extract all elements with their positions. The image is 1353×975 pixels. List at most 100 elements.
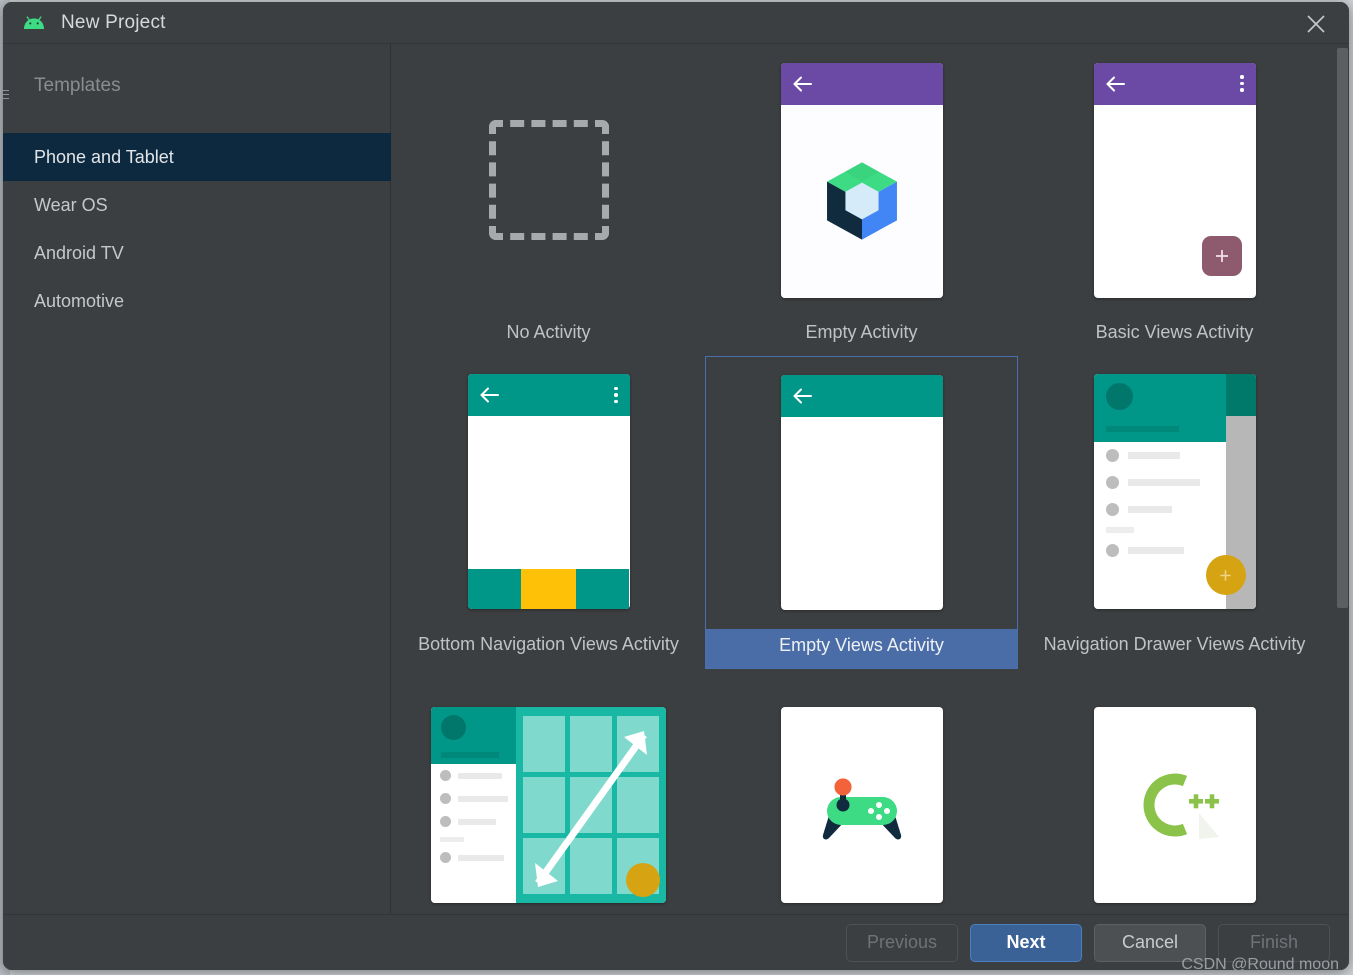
drawer-panel (431, 707, 516, 904)
next-button[interactable]: Next (970, 923, 1082, 962)
list-item (431, 846, 516, 869)
phone-mock (467, 374, 630, 610)
template-art (1018, 44, 1331, 316)
template-card-bottom-navigation-views-activity[interactable]: Bottom Navigation Views Activity (392, 356, 705, 670)
phone-mock (780, 62, 943, 298)
back-arrow-icon (793, 76, 813, 92)
template-row (392, 669, 1332, 914)
list-item (431, 810, 516, 833)
list-item (1094, 469, 1226, 496)
template-gallery: No Activity Empty Activity Basic Views A… (392, 44, 1349, 914)
new-project-dialog: New Project Templates Phone and Tablet W… (3, 2, 1349, 970)
list-item (1094, 442, 1226, 469)
template-card-game-activity[interactable] (705, 669, 1018, 914)
template-card-empty-views-activity[interactable]: Empty Views Activity (705, 355, 1018, 670)
list-item (1094, 537, 1226, 564)
previous-button[interactable]: Previous (846, 923, 958, 962)
template-card-label: Basic Views Activity (1095, 322, 1254, 342)
dialog-titlebar: New Project (3, 2, 1349, 44)
phone-mock (780, 375, 943, 611)
sidebar-item-label: Android TV (34, 242, 124, 263)
template-grid: No Activity Empty Activity Basic Views A… (392, 44, 1332, 914)
phone-mock (1093, 62, 1256, 298)
drawer-separator (1105, 527, 1134, 534)
template-card-navigation-drawer-views-activity[interactable]: Navigation Drawer Views Activity (1018, 356, 1331, 670)
dialog-footer: Previous Next Cancel Finish (3, 914, 1349, 970)
next-button-label: Next (1006, 932, 1046, 952)
gallery-scrollbar-track[interactable] (1334, 44, 1349, 914)
close-icon[interactable] (1301, 9, 1331, 39)
cancel-button-label: Cancel (1121, 932, 1179, 952)
cpp-icon (1143, 773, 1219, 840)
drawer-account-bar (441, 752, 499, 759)
template-art (392, 669, 705, 914)
avatar (1105, 383, 1133, 411)
sidebar-item-label: Phone and Tablet (34, 146, 174, 167)
drawer-header (1093, 374, 1226, 443)
template-art (705, 669, 1018, 914)
previous-button-label: Previous (866, 932, 938, 952)
finish-button-label: Finish (1249, 932, 1298, 952)
list-item (1094, 496, 1226, 523)
sidebar-item-automotive[interactable]: Automotive (3, 277, 391, 325)
template-row: No Activity Empty Activity Basic Views A… (392, 44, 1332, 356)
drawer-header (431, 707, 516, 765)
sidebar-drag-handle[interactable] (3, 90, 9, 104)
template-card-label: Navigation Drawer Views Activity (1043, 633, 1306, 654)
dialog-title: New Project (61, 11, 166, 33)
sidebar-heading: Templates (34, 75, 121, 96)
sidebar-item-wear-os[interactable]: Wear OS (3, 181, 391, 229)
drawer-account-bar (1105, 426, 1179, 433)
android-icon (22, 15, 46, 31)
bottom-navigation-bar (467, 569, 630, 610)
template-art (706, 357, 1017, 629)
phone-appbar (780, 375, 943, 418)
template-card-responsive-views-activity[interactable] (392, 669, 705, 914)
template-art (1018, 669, 1331, 914)
template-art (392, 44, 705, 316)
template-card-label: Bottom Navigation Views Activity (418, 633, 679, 654)
phone-mock (1093, 374, 1256, 610)
template-card-empty-activity[interactable]: Empty Activity (705, 44, 1018, 356)
back-arrow-icon (480, 387, 500, 403)
back-arrow-icon (1106, 76, 1126, 92)
template-card-label: Empty Activity (805, 322, 918, 342)
sidebar-item-android-tv[interactable]: Android TV (3, 229, 391, 277)
floating-action-button (626, 863, 660, 898)
sidebar-item-label: Automotive (34, 290, 125, 311)
template-art (392, 356, 705, 628)
template-row: Bottom Navigation Views Activity Empty V… (392, 355, 1332, 670)
drawer-separator (440, 837, 464, 843)
dashed-square-icon (488, 120, 609, 240)
gallery-scrollbar-thumb[interactable] (1337, 48, 1348, 608)
list-item (431, 764, 516, 787)
phone-appbar (780, 62, 943, 105)
templates-sidebar: Templates Phone and Tablet Wear OS Andro… (3, 44, 391, 914)
responsive-layout-mock (431, 707, 666, 904)
template-art (705, 44, 1018, 316)
template-card-basic-views-activity[interactable]: Basic Views Activity (1018, 44, 1331, 356)
cancel-button[interactable]: Cancel (1094, 923, 1206, 962)
phone-appbar (1093, 62, 1256, 105)
sidebar-item-label: Wear OS (34, 194, 108, 215)
list-item (431, 787, 516, 810)
back-arrow-icon (793, 388, 813, 404)
finish-button[interactable]: Finish (1218, 923, 1330, 962)
sidebar-list: Phone and Tablet Wear OS Android TV Auto… (3, 133, 391, 325)
game-activity-mock (780, 707, 943, 904)
sidebar-item-phone-and-tablet[interactable]: Phone and Tablet (3, 133, 391, 181)
template-art (1018, 356, 1331, 628)
template-card-label: Empty Views Activity (706, 628, 1017, 669)
phone-appbar (467, 374, 630, 417)
overflow-menu-icon (1240, 75, 1244, 92)
template-card-no-activity[interactable]: No Activity (392, 44, 705, 356)
native-cpp-mock (1093, 707, 1256, 904)
avatar (441, 715, 466, 741)
jetpack-compose-icon (826, 162, 897, 240)
template-card-label: No Activity (506, 322, 591, 342)
floating-action-button (1201, 235, 1242, 276)
floating-action-button (1205, 555, 1246, 596)
overflow-menu-icon (614, 386, 618, 404)
gamepad-icon (822, 778, 901, 840)
template-card-native-cpp[interactable] (1018, 669, 1331, 914)
